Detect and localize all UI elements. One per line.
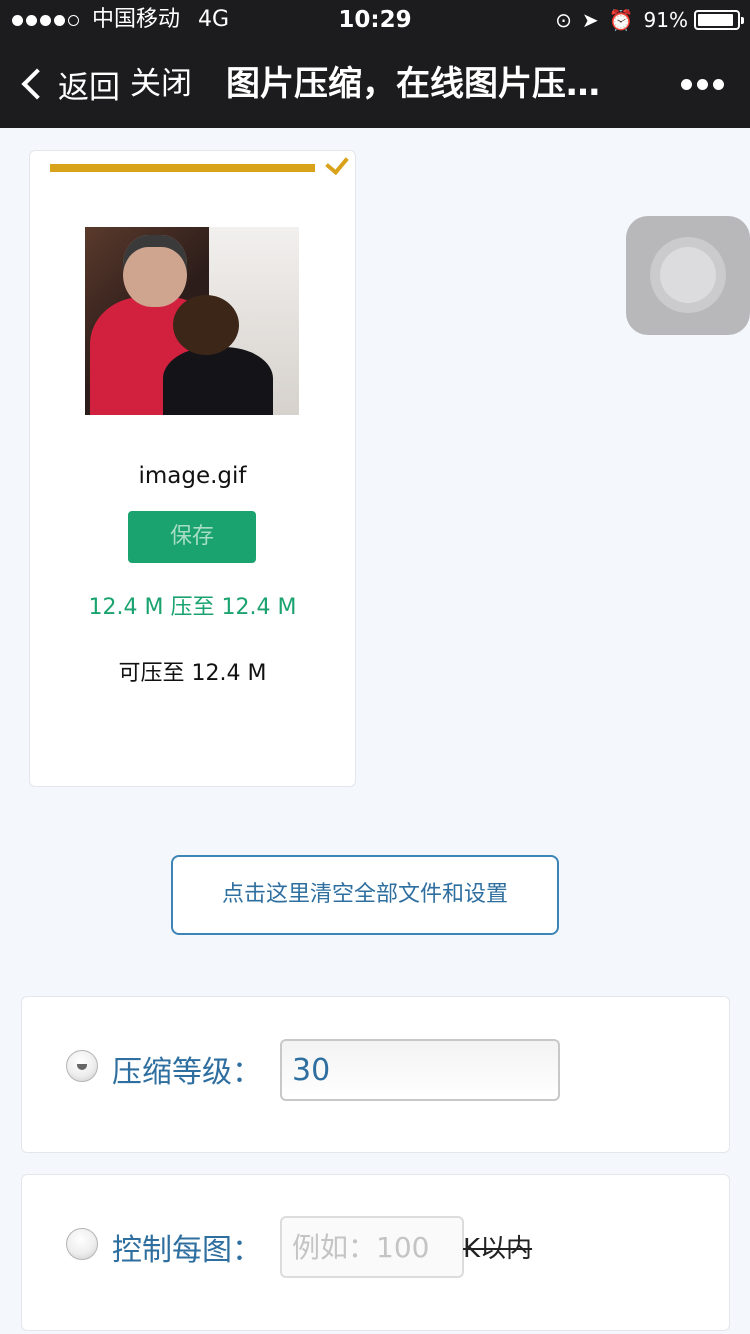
compression-level-radio[interactable] [66,1050,98,1082]
status-right: ⊙ ➤ ⏰ 91% [545,0,744,40]
compression-result: 12.4 M 压至 12.4 M [88,595,297,620]
size-limit-input[interactable] [280,1216,464,1278]
save-button[interactable]: 保存 [128,511,256,563]
navigation-bar: 返回 关闭 图片压缩，在线图片压… [0,40,750,128]
battery-icon [694,10,744,30]
alarm-icon: ⏰ [608,8,634,32]
status-bar: 中国移动 4G 10:29 ⊙ ➤ ⏰ 91% [0,0,750,40]
upload-progress-bar [50,164,315,172]
size-limit-label: 控制每图： [112,1233,262,1268]
page-title: 图片压缩，在线图片压… [226,64,600,104]
battery-percent: 91% [643,8,688,32]
compression-level-input[interactable] [280,1039,560,1101]
size-limit-panel: 控制每图： K以内 [21,1174,730,1331]
file-name: image.gif [138,463,247,489]
chevron-left-icon [21,68,53,100]
back-label: 返回 [58,69,120,106]
orientation-lock-icon: ⊙ [555,8,572,32]
file-card: image.gif 保存 12.4 M 压至 12.4 M 可压至 12.4 M [29,150,356,787]
check-icon [325,150,349,176]
compression-level-panel: 压缩等级： [21,996,730,1153]
battery-level [698,14,733,26]
close-button[interactable]: 关闭 [130,40,192,128]
location-arrow-icon: ➤ [581,8,599,32]
compression-level-label: 压缩等级： [112,1055,262,1090]
image-thumbnail[interactable] [85,227,299,415]
size-unit-label: K以内 [463,1234,533,1264]
clear-all-button[interactable]: 点击这里清空全部文件和设置 [171,855,559,935]
assistive-touch-button[interactable] [626,216,750,335]
size-limit-radio[interactable] [66,1228,98,1260]
compressible-size: 可压至 12.4 M [118,661,267,686]
more-dots-icon[interactable] [676,40,724,128]
back-button[interactable]: 返回 [18,40,120,128]
